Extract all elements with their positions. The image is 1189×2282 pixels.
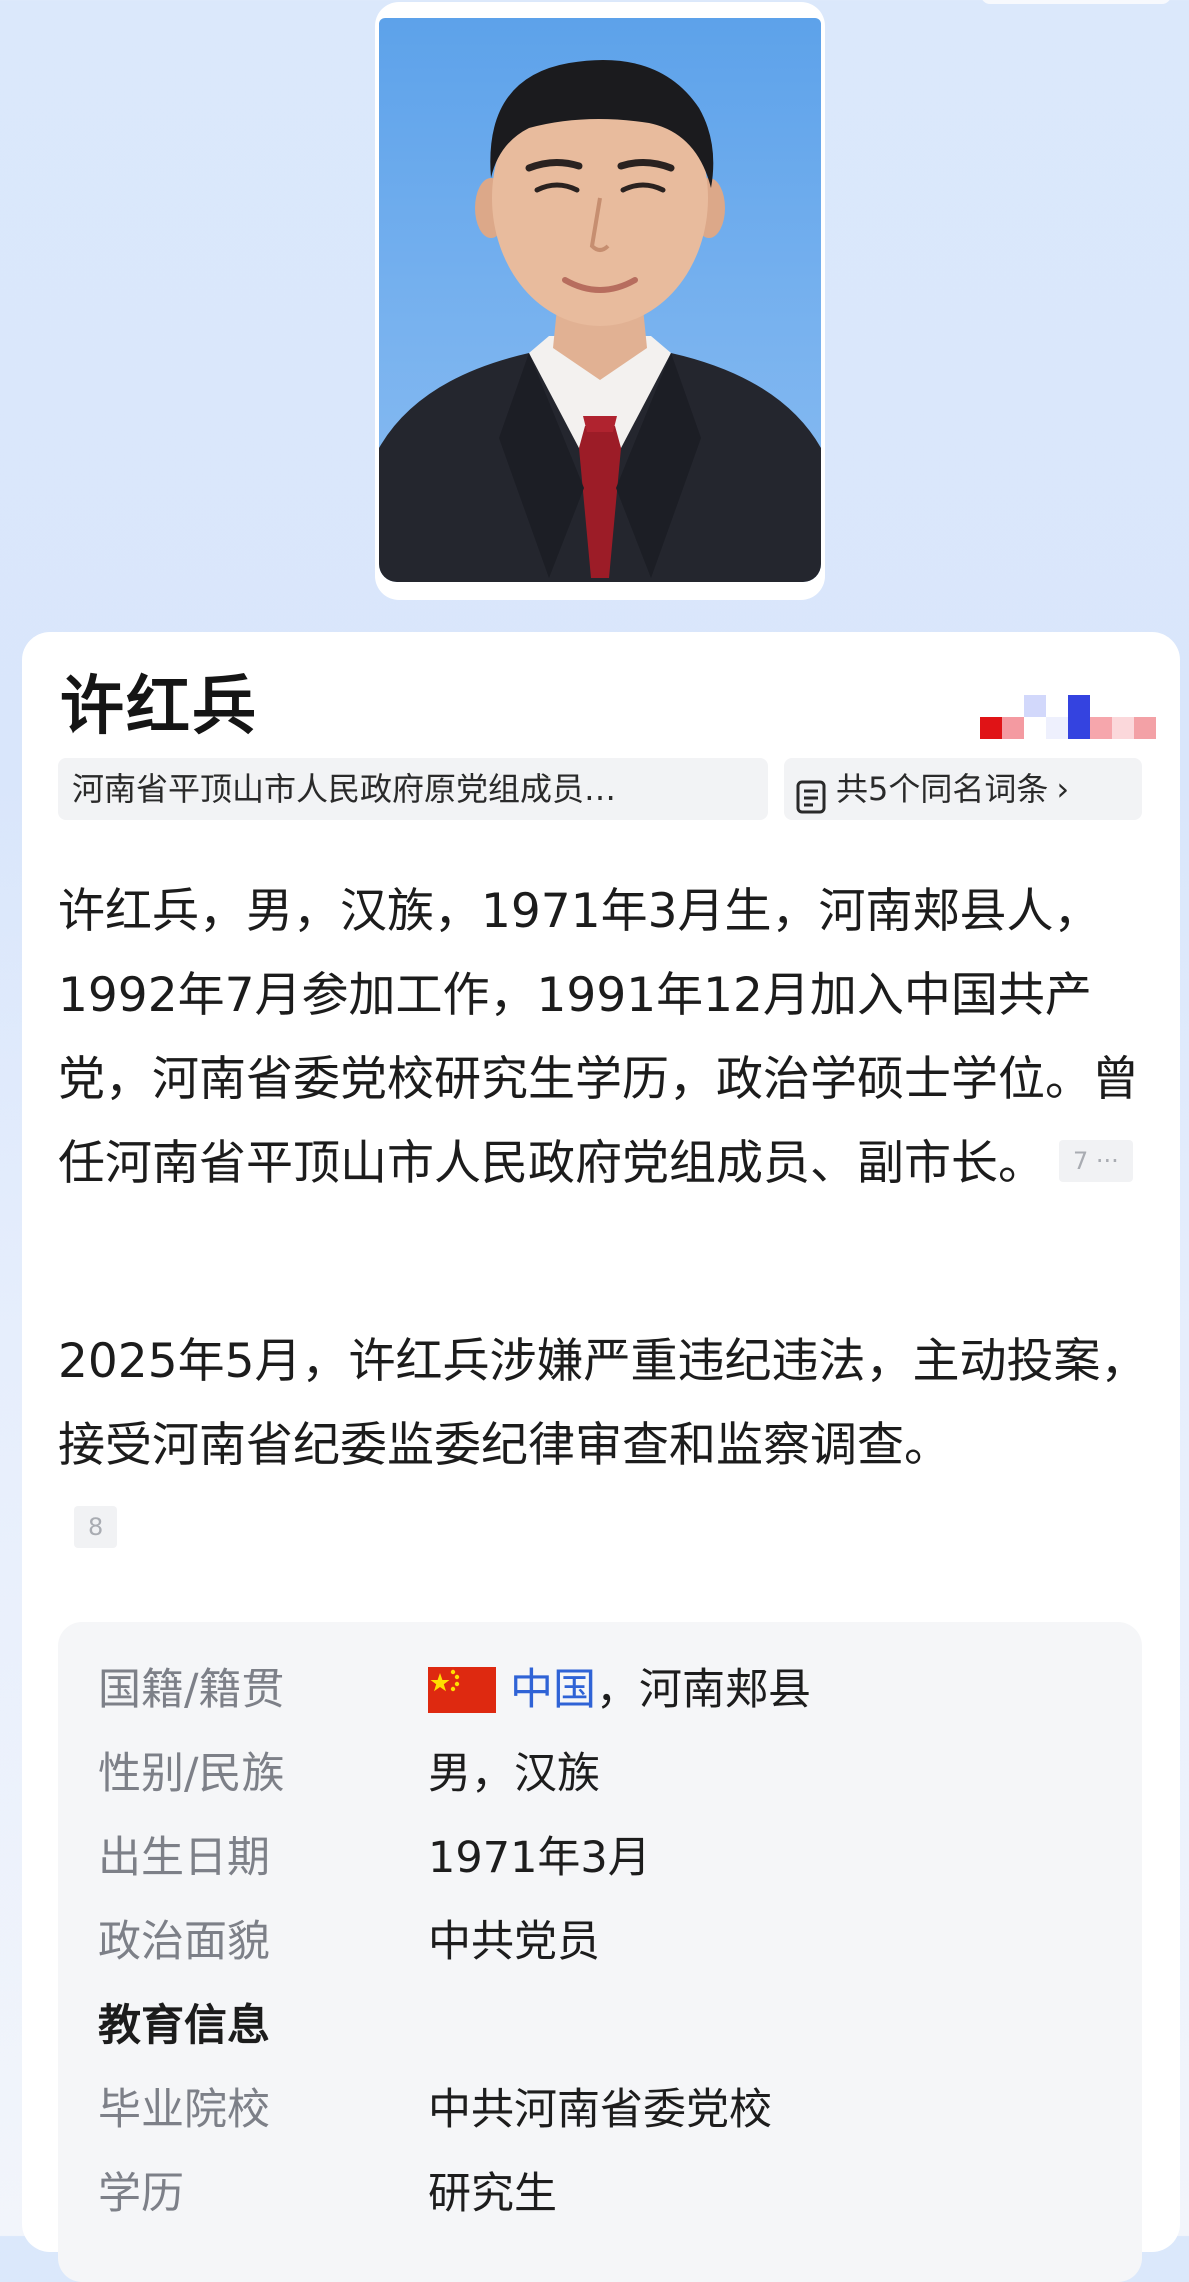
- summary-paragraph-2: 2025年5月，许红兵涉嫌严重违纪违法，主动投案，接受河南省纪委监委纪律审查和监…: [58, 1320, 1148, 1572]
- portrait-photo: [379, 18, 821, 582]
- citation-8[interactable]: 8: [74, 1505, 118, 1548]
- same-name-entries-label: 共5个同名词条: [836, 770, 1049, 808]
- summary-paragraph-1: 许红兵，男，汉族，1971年3月生，河南郏县人，1992年7月参加工作，1991…: [58, 870, 1148, 1206]
- citation-7[interactable]: 7 ···: [1059, 1139, 1133, 1182]
- document-icon: [796, 772, 826, 814]
- info-label: 政治面貌: [98, 1917, 270, 1967]
- info-value: 中共党员: [428, 1917, 600, 1967]
- info-value: 中共河南省委党校: [428, 2085, 772, 2135]
- nationality-link[interactable]: 中国: [510, 1660, 596, 1720]
- info-value: 中国 ，河南郏县: [428, 1660, 811, 1720]
- education-section-heading: 教育信息: [98, 2001, 270, 2051]
- mosaic-badge: [980, 695, 1160, 741]
- info-label: 性别/民族: [98, 1749, 285, 1799]
- info-label: 国籍/籍贯: [98, 1665, 285, 1715]
- portrait-frame: [375, 2, 825, 600]
- portrait-illustration: [379, 60, 821, 582]
- info-value: 研究生: [428, 2169, 557, 2219]
- top-pill: [981, 0, 1171, 4]
- china-flag-icon: [428, 1667, 496, 1713]
- info-label: 学历: [98, 2169, 184, 2219]
- same-name-entries-button[interactable]: 共5个同名词条 ›: [784, 758, 1142, 820]
- info-value: 男，汉族: [428, 1749, 600, 1799]
- info-label: 出生日期: [98, 1833, 270, 1883]
- hometown-text: ，河南郏县: [596, 1665, 811, 1715]
- chevron-right-icon: ›: [1056, 770, 1070, 808]
- summary-text-1: 许红兵，男，汉族，1971年3月生，河南郏县人，1992年7月参加工作，1991…: [58, 884, 1139, 1191]
- info-value: 1971年3月: [428, 1833, 651, 1883]
- info-label: 毕业院校: [98, 2085, 270, 2135]
- page-title: 许红兵: [60, 670, 258, 744]
- entry-subtitle-chip[interactable]: 河南省平顶山市人民政府原党组成员…: [58, 758, 768, 820]
- summary-text-2: 2025年5月，许红兵涉嫌严重违纪违法，主动投案，接受河南省纪委监委纪律审查和监…: [58, 1334, 1148, 1473]
